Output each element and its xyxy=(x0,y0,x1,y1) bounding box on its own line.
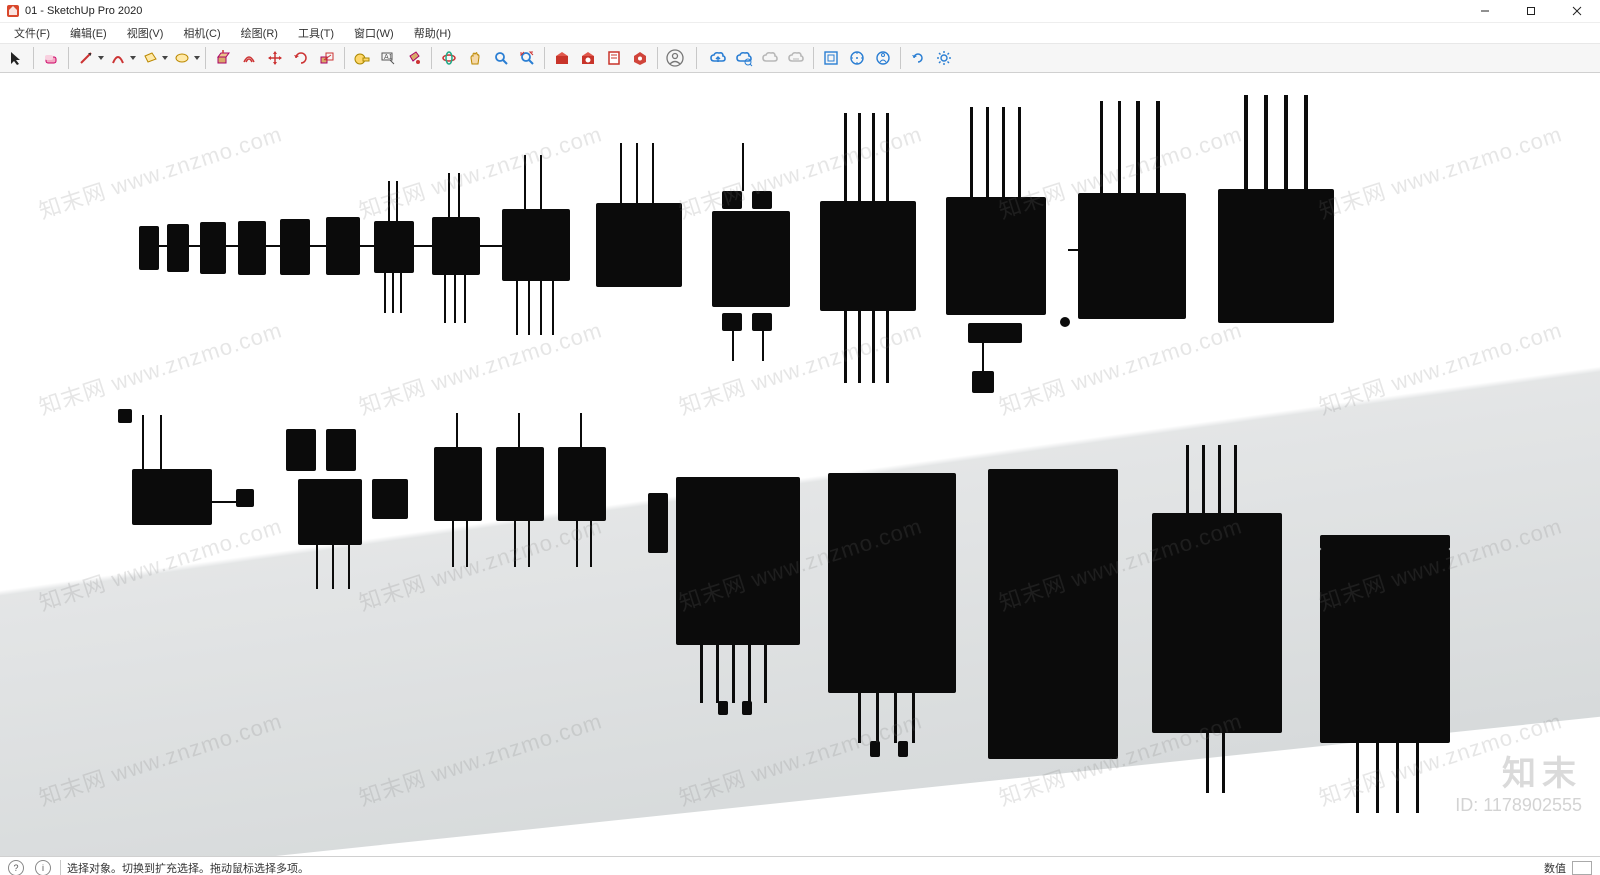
menu-draw[interactable]: 绘图(R) xyxy=(231,23,288,43)
rectangle-tool[interactable] xyxy=(138,46,162,70)
app-icon xyxy=(6,4,20,18)
status-bar: ? i 选择对象。切换到扩充选择。拖动鼠标选择多项。 数值 xyxy=(0,856,1600,875)
brand-badge: 知末 ID: 1178902555 xyxy=(1455,746,1582,816)
circle-tool[interactable] xyxy=(170,46,194,70)
ext-warehouse-tool[interactable] xyxy=(576,46,600,70)
eraser-tool[interactable] xyxy=(39,46,63,70)
window-maximize-button[interactable] xyxy=(1508,0,1554,22)
arc-tool[interactable] xyxy=(106,46,130,70)
status-hint: 选择对象。切换到扩充选择。拖动鼠标选择多项。 xyxy=(67,860,309,875)
paint-tool[interactable] xyxy=(402,46,426,70)
main-toolbar: A1 xyxy=(0,44,1600,73)
zoom-extents-tool[interactable] xyxy=(515,46,539,70)
info-icon[interactable]: i xyxy=(35,860,51,875)
line-tool[interactable] xyxy=(74,46,98,70)
cloud-undo[interactable] xyxy=(758,46,782,70)
select-tool[interactable] xyxy=(4,46,28,70)
offset-tool[interactable] xyxy=(237,46,261,70)
orbit-tool[interactable] xyxy=(437,46,461,70)
component-tool[interactable] xyxy=(871,46,895,70)
rectangle-tool-dropdown[interactable] xyxy=(161,56,169,60)
pan-tool[interactable] xyxy=(463,46,487,70)
window-close-button[interactable] xyxy=(1554,0,1600,22)
menu-bar: 文件(F) 编辑(E) 视图(V) 相机(C) 绘图(R) 工具(T) 窗口(W… xyxy=(0,23,1600,44)
window-title: 01 - SketchUp Pro 2020 xyxy=(25,5,142,17)
refresh-tool[interactable] xyxy=(906,46,930,70)
arc-tool-dropdown[interactable] xyxy=(129,56,137,60)
signin-tool[interactable] xyxy=(663,46,687,70)
title-bar: 01 - SketchUp Pro 2020 xyxy=(0,0,1600,23)
pushpull-tool[interactable] xyxy=(211,46,235,70)
move-tool[interactable] xyxy=(263,46,287,70)
ext-manager-tool[interactable] xyxy=(628,46,652,70)
menu-view[interactable]: 视图(V) xyxy=(117,23,174,43)
zoom-tool[interactable] xyxy=(489,46,513,70)
menu-help[interactable]: 帮助(H) xyxy=(404,23,461,43)
menu-camera[interactable]: 相机(C) xyxy=(173,23,230,43)
svg-text:A1: A1 xyxy=(384,54,393,61)
help-icon[interactable]: ? xyxy=(8,860,24,875)
scale-tool[interactable] xyxy=(315,46,339,70)
model-viewport[interactable]: 知末网 www.znzmo.com知末网 www.znzmo.com知末网 ww… xyxy=(0,73,1600,856)
menu-window[interactable]: 窗口(W) xyxy=(344,23,404,43)
warehouse-tool[interactable] xyxy=(550,46,574,70)
menu-file[interactable]: 文件(F) xyxy=(4,23,60,43)
brand-logo: 知末 xyxy=(1455,746,1582,795)
menu-edit[interactable]: 编辑(E) xyxy=(60,23,117,43)
add-geo[interactable] xyxy=(819,46,843,70)
rotate-tool[interactable] xyxy=(289,46,313,70)
circle-tool-dropdown[interactable] xyxy=(193,56,201,60)
window-minimize-button[interactable] xyxy=(1462,0,1508,22)
menu-tools[interactable]: 工具(T) xyxy=(288,23,344,43)
layout-tool[interactable] xyxy=(602,46,626,70)
vcb-label: 数值 xyxy=(1544,860,1566,875)
cloud-save[interactable] xyxy=(732,46,756,70)
model-info[interactable] xyxy=(845,46,869,70)
text-tool[interactable]: A1 xyxy=(376,46,400,70)
cloud-redo[interactable] xyxy=(784,46,808,70)
line-tool-dropdown[interactable] xyxy=(97,56,105,60)
cloud-open[interactable] xyxy=(706,46,730,70)
model-silhouettes xyxy=(0,73,1600,856)
settings-tool[interactable] xyxy=(932,46,956,70)
tape-tool[interactable] xyxy=(350,46,374,70)
vcb-input[interactable] xyxy=(1572,861,1592,875)
brand-id: ID: 1178902555 xyxy=(1455,795,1582,816)
